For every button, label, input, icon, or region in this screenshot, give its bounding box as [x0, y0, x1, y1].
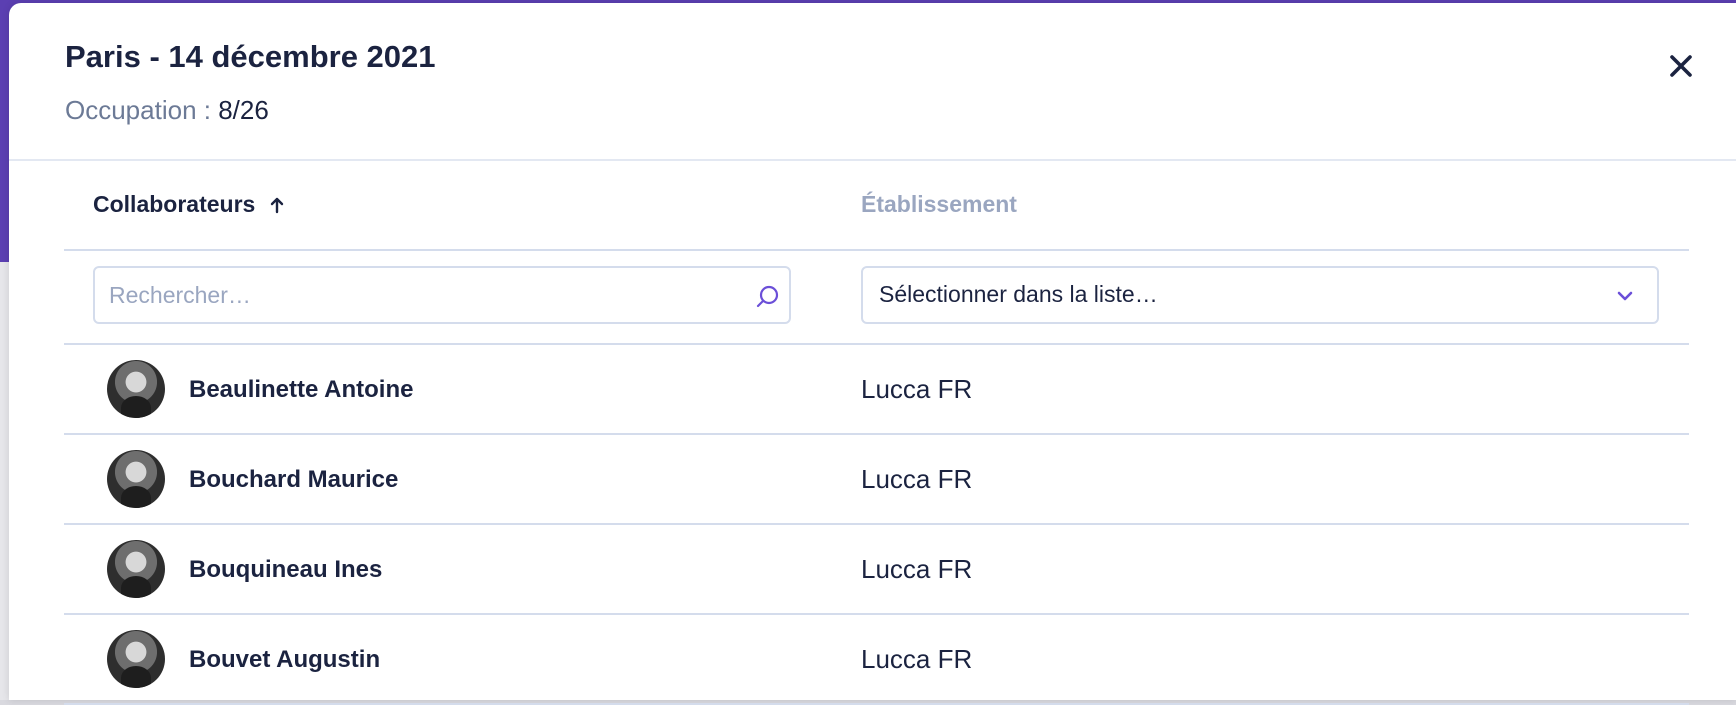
- table-row[interactable]: Bouvet Augustin Lucca FR: [64, 615, 1689, 705]
- search-input[interactable]: [109, 268, 729, 322]
- collaborator-etablissement: Lucca FR: [861, 554, 973, 584]
- etablissement-select[interactable]: Sélectionner dans la liste…: [861, 266, 1659, 324]
- table-row[interactable]: Bouchard Maurice Lucca FR: [64, 435, 1689, 525]
- occupation-modal: Paris - 14 décembre 2021 Occupation : 8/…: [9, 3, 1736, 705]
- avatar: [107, 540, 165, 598]
- column-header-etablissement[interactable]: Établissement: [861, 191, 1017, 218]
- column-header-collaborateurs[interactable]: Collaborateurs: [93, 191, 285, 218]
- collaborator-etablissement: Lucca FR: [861, 464, 973, 494]
- filter-row: Sélectionner dans la liste…: [64, 251, 1689, 345]
- occupation-value: 8/26: [218, 95, 269, 125]
- collaborator-name: Bouchard Maurice: [189, 466, 399, 493]
- table-row[interactable]: Bouquineau Ines Lucca FR: [64, 525, 1689, 615]
- avatar: [107, 360, 165, 418]
- collaborator-name: Bouvet Augustin: [189, 646, 381, 673]
- table-row[interactable]: Beaulinette Antoine Lucca FR: [64, 345, 1689, 435]
- etablissement-select-value: Sélectionner dans la liste…: [879, 281, 1158, 307]
- collaborator-name: Bouquineau Ines: [189, 556, 383, 583]
- column-header-collaborateurs-label: Collaborateurs: [93, 191, 256, 217]
- modal-title: Paris - 14 décembre 2021: [65, 39, 436, 74]
- close-icon: [1670, 55, 1692, 77]
- chevron-down-icon: [1617, 291, 1633, 301]
- modal-header: Paris - 14 décembre 2021 Occupation : 8/…: [9, 3, 1736, 161]
- occupation-summary: Occupation : 8/26: [65, 95, 269, 126]
- avatar: [107, 450, 165, 508]
- collaborator-etablissement: Lucca FR: [861, 644, 973, 674]
- occupation-label: Occupation :: [65, 95, 211, 125]
- collaborator-name: Beaulinette Antoine: [189, 376, 414, 403]
- collaborator-etablissement: Lucca FR: [861, 374, 973, 404]
- table-header-row: Collaborateurs Établissement: [64, 161, 1689, 251]
- search-icon[interactable]: [755, 284, 781, 310]
- sort-ascending-icon: [271, 197, 284, 213]
- avatar: [107, 630, 165, 688]
- close-button[interactable]: [1661, 46, 1701, 86]
- collaborators-table: Collaborateurs Établissement Sélectionne…: [64, 161, 1689, 705]
- search-field: [93, 266, 791, 324]
